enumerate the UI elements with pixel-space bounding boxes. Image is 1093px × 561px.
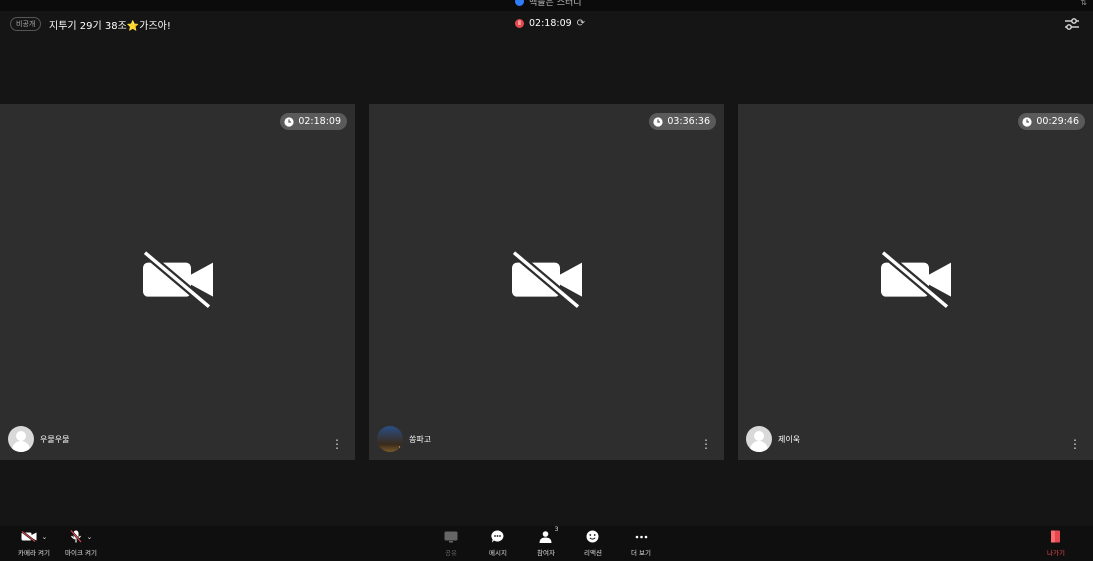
clock-icon <box>284 116 294 127</box>
top-notice-strip: 백들은 스터디 ⇅ <box>0 0 1093 11</box>
visibility-badge: 비공개 <box>10 17 42 31</box>
mic-off-icon: ✕ <box>398 445 403 452</box>
info-icon <box>515 0 524 6</box>
mic-off-icon: ✕ <box>29 445 34 452</box>
smile-icon <box>586 530 599 543</box>
participant-name: 쏭파고 <box>409 434 432 444</box>
timer-text: 02:18:09 <box>298 116 341 127</box>
chevron-down-icon[interactable]: ⌄ <box>87 533 93 541</box>
record-icon: Ⅱ <box>515 19 524 28</box>
video-off-icon <box>20 531 37 542</box>
screen-share-icon <box>444 531 458 542</box>
video-tile[interactable]: 00:29:46 ✕ 제이욱 ⋮ <box>738 104 1093 460</box>
recording-time: 02:18:09 <box>529 18 572 29</box>
leave-label: 나가기 <box>1047 549 1065 557</box>
clock-icon <box>653 116 663 127</box>
sort-arrows-icon[interactable]: ⇅ <box>1080 0 1087 7</box>
camera-button[interactable]: ⌄ 카메라 켜기 <box>18 530 50 557</box>
more-button[interactable]: 더 보기 <box>631 530 651 557</box>
avatar: ✕ <box>377 426 403 452</box>
chevron-down-icon[interactable]: ⌄ <box>42 533 48 541</box>
refresh-icon[interactable]: ⟳ <box>577 18 585 29</box>
participant-name: 제이욱 <box>778 434 801 444</box>
participant-info: ✕ 쏭파고 <box>377 426 431 452</box>
message-button[interactable]: 메시지 <box>489 530 507 557</box>
top-notice-text: 백들은 스터디 <box>529 0 582 8</box>
recording-status: Ⅱ 02:18:09 ⟳ <box>515 18 585 29</box>
mic-label: 마이크 켜기 <box>65 549 97 557</box>
mic-button[interactable]: ⌄ 마이크 켜기 <box>65 530 97 557</box>
avatar: ✕ <box>746 426 772 452</box>
video-tile[interactable]: 02:18:09 ✕ 우물우물 ⋮ <box>0 104 355 460</box>
reaction-button[interactable]: 리액션 <box>584 530 602 557</box>
message-label: 메시지 <box>489 549 507 557</box>
participant-info: ✕ 우물우물 <box>8 426 69 452</box>
leave-button[interactable]: 나가기 <box>1047 530 1065 557</box>
more-options-icon[interactable]: ⋮ <box>331 438 343 450</box>
more-options-icon[interactable]: ⋮ <box>700 438 712 450</box>
meeting-header: 비공개 지투기 29기 38조⭐가즈아! Ⅱ 02:18:09 ⟳ <box>0 11 1093 37</box>
top-notice[interactable]: 백들은 스터디 <box>515 0 582 8</box>
timer-text: 03:36:36 <box>667 116 710 127</box>
door-icon <box>1051 530 1061 543</box>
video-off-icon <box>879 250 951 309</box>
participants-label: 참여자 <box>537 549 555 557</box>
participant-info: ✕ 제이욱 <box>746 426 800 452</box>
mic-off-icon: ✕ <box>767 445 772 452</box>
mic-off-icon <box>69 530 82 543</box>
timer-text: 00:29:46 <box>1036 116 1079 127</box>
participant-timer: 03:36:36 <box>649 113 716 130</box>
person-icon <box>539 530 552 543</box>
camera-label: 카메라 켜기 <box>18 549 50 557</box>
participant-timer: 02:18:09 <box>280 113 347 130</box>
share-label: 공유 <box>445 549 457 557</box>
clock-icon <box>1022 116 1032 127</box>
reaction-label: 리액션 <box>584 549 602 557</box>
participant-timer: 00:29:46 <box>1018 113 1085 130</box>
participants-button[interactable]: 3 참여자 <box>537 526 558 557</box>
sliders-icon[interactable] <box>1064 17 1080 31</box>
ellipsis-icon <box>635 535 647 538</box>
share-button[interactable]: 공유 <box>444 530 458 557</box>
video-off-icon <box>141 250 213 309</box>
participants-count: 3 <box>554 526 559 533</box>
more-label: 더 보기 <box>631 549 652 557</box>
room-title: 지투기 29기 38조⭐가즈아! <box>49 21 171 32</box>
avatar: ✕ <box>8 426 34 452</box>
control-toolbar: ⌄ 카메라 켜기 ⌄ 마이크 켜기 공유 메시지 3 참여자 리액션 더 보기 … <box>0 526 1093 561</box>
more-options-icon[interactable]: ⋮ <box>1069 438 1081 450</box>
video-off-icon <box>510 250 582 309</box>
participant-name: 우물우물 <box>40 434 70 444</box>
chat-bubble-icon <box>491 530 504 543</box>
video-tile[interactable]: 03:36:36 ✕ 쏭파고 ⋮ <box>369 104 724 460</box>
